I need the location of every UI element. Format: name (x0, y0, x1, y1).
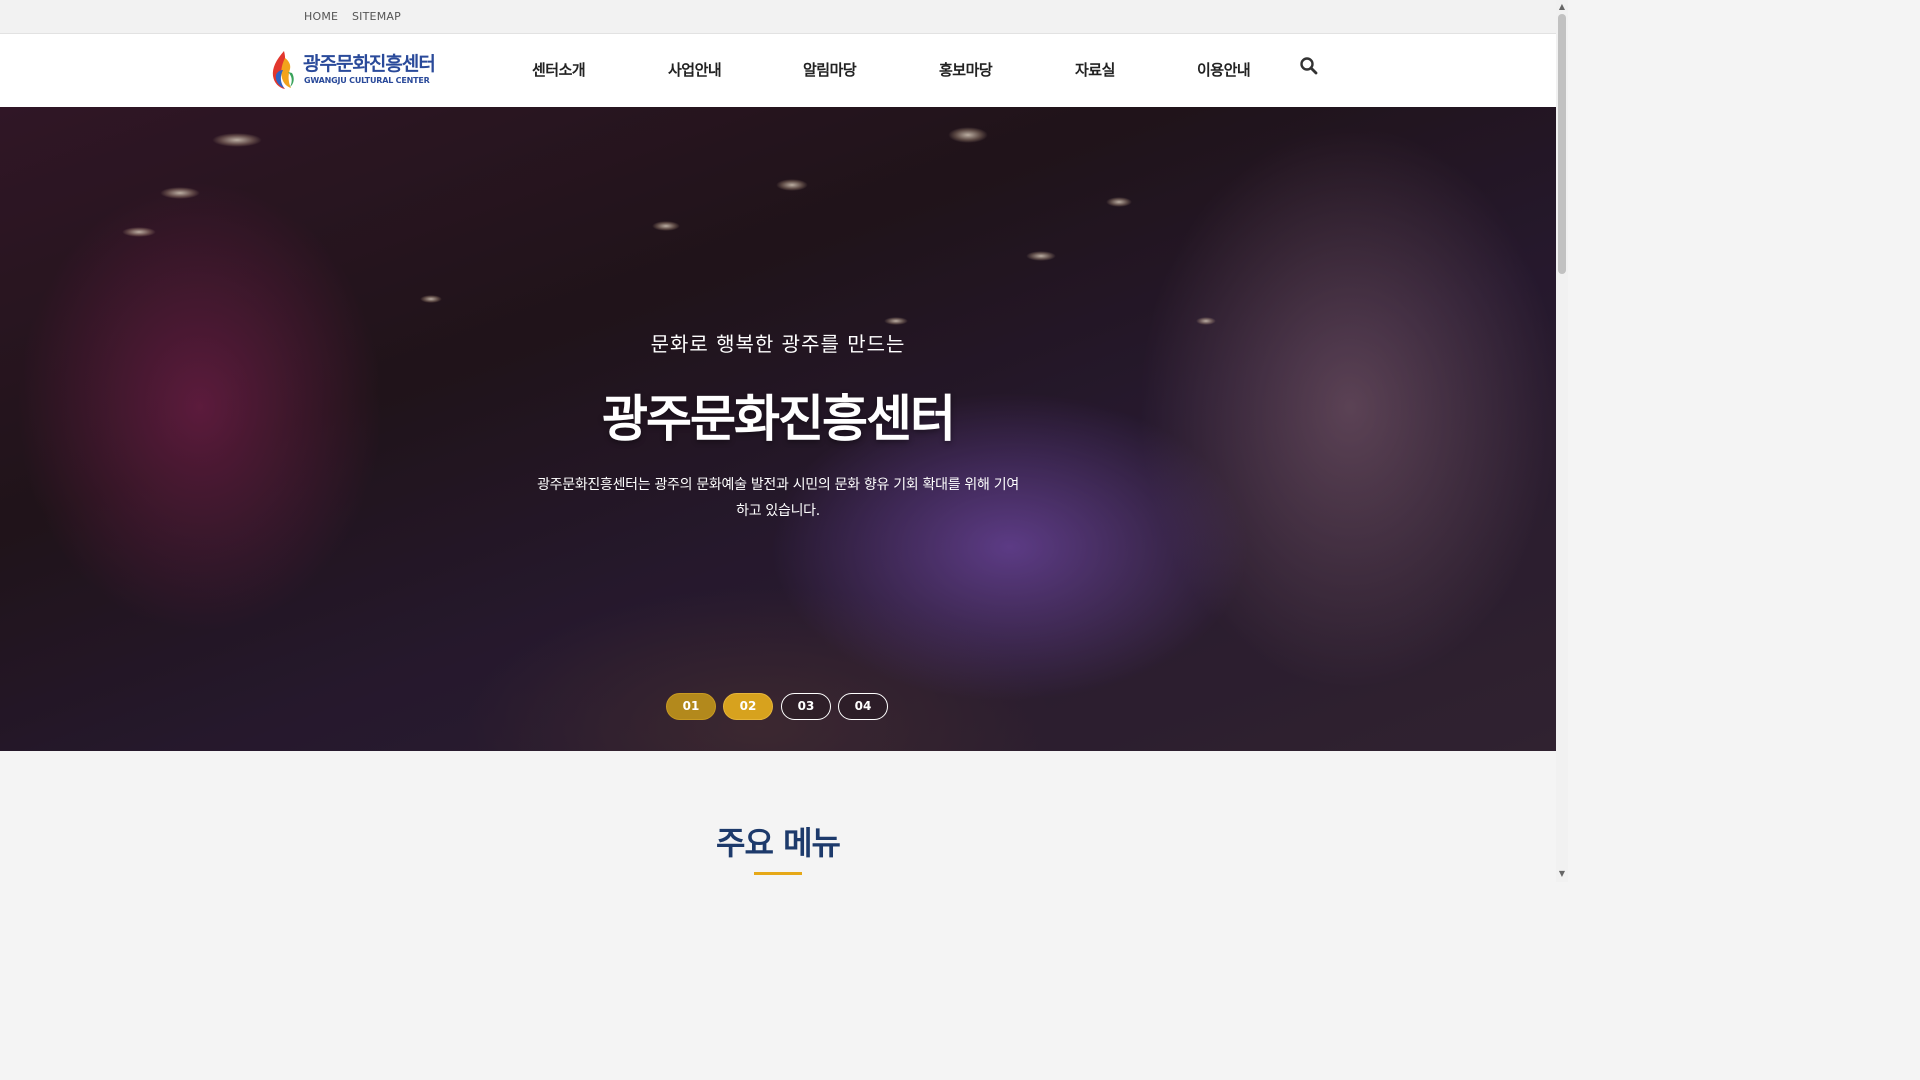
scroll-up-arrow-icon[interactable]: ▲ (1557, 2, 1567, 12)
page-scrollbar[interactable]: ▲ ▼ (1556, 0, 1568, 882)
section-underline (754, 872, 802, 875)
page: HOME SITEMAP 광주문화진흥센터 GWANGJU CULTURAL C… (0, 0, 1568, 882)
site-logo[interactable]: 광주문화진흥센터 GWANGJU CULTURAL CENTER (270, 48, 440, 92)
nav-promotion[interactable]: 홍보마당 (939, 59, 993, 80)
hero-description-line: 광주문화진흥센터는 광주의 문화예술 발전과 시민의 문화 향유 기회 확대를 … (537, 477, 1019, 493)
nav-notice[interactable]: 알림마당 (803, 59, 857, 80)
home-link[interactable]: HOME (304, 10, 338, 23)
site-header: 광주문화진흥센터 GWANGJU CULTURAL CENTER 센터소개 사업… (0, 34, 1556, 107)
slide-dot-04[interactable]: 04 (838, 693, 888, 720)
scroll-thumb[interactable] (1558, 14, 1566, 274)
hero-banner: 문화로 행복한 광주를 만드는 광주문화진흥센터 광주문화진흥센터는 광주의 문… (0, 107, 1556, 751)
search-icon[interactable] (1299, 56, 1319, 76)
hero-description-line: 하고 있습니다. (736, 503, 820, 519)
slide-dot-03[interactable]: 03 (781, 693, 831, 720)
sitemap-link[interactable]: SITEMAP (352, 10, 401, 23)
logo-flame-icon (272, 51, 294, 89)
logo-title: 광주문화진흥센터 (303, 53, 436, 75)
nav-center-intro[interactable]: 센터소개 (532, 59, 586, 80)
nav-archive[interactable]: 자료실 (1075, 59, 1115, 80)
hero-subtitle: 문화로 행복한 광주를 만드는 (650, 332, 906, 356)
nav-usage-guide[interactable]: 이용안내 (1197, 59, 1251, 80)
logo-subtitle: GWANGJU CULTURAL CENTER (304, 76, 430, 85)
hero-title: 광주문화진흥센터 (602, 390, 956, 448)
hero-description: 광주문화진흥센터는 광주의 문화예술 발전과 시민의 문화 향유 기회 확대를 … (528, 472, 1028, 524)
slide-dot-02[interactable]: 02 (723, 693, 773, 720)
nav-business-guide[interactable]: 사업안내 (668, 59, 722, 80)
top-utility-bar: HOME SITEMAP (0, 0, 1556, 34)
slide-dot-01[interactable]: 01 (666, 693, 716, 720)
main-menu-title: 주요 메뉴 (716, 824, 841, 862)
scroll-down-arrow-icon[interactable]: ▼ (1557, 869, 1567, 879)
